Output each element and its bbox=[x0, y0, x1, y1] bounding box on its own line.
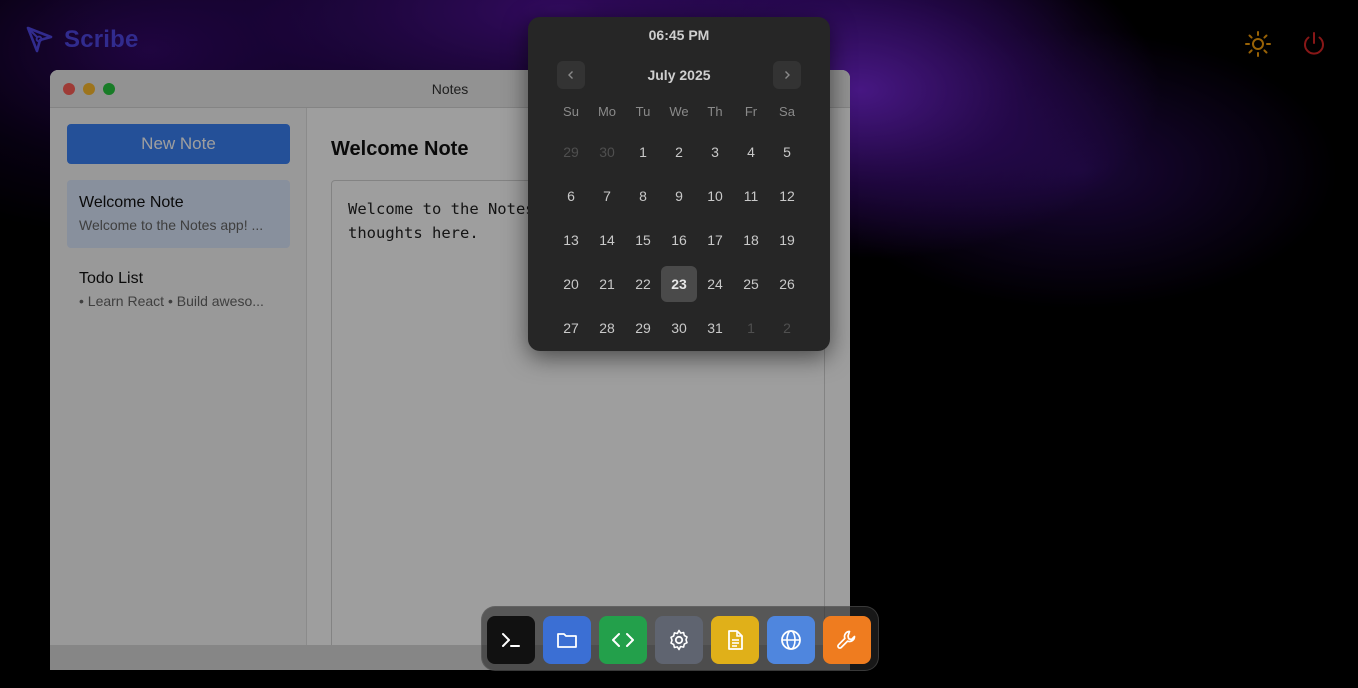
calendar-day[interactable]: 13 bbox=[553, 218, 589, 262]
calendar-day[interactable]: 22 bbox=[625, 262, 661, 306]
calendar-day-number: 28 bbox=[599, 320, 615, 336]
code-icon bbox=[611, 628, 635, 652]
calendar-day[interactable]: 10 bbox=[697, 174, 733, 218]
calendar-day-number: 2 bbox=[675, 144, 683, 160]
calendar-day-number: 12 bbox=[779, 188, 795, 204]
calendar-day-number: 25 bbox=[743, 276, 759, 292]
calendar-day[interactable]: 12 bbox=[769, 174, 805, 218]
calendar-day-number: 19 bbox=[779, 232, 795, 248]
calendar-day[interactable]: 7 bbox=[589, 174, 625, 218]
calendar-day[interactable]: 24 bbox=[697, 262, 733, 306]
calendar-day[interactable]: 1 bbox=[625, 130, 661, 174]
calendar-day-number: 2 bbox=[783, 320, 791, 336]
calendar-day-number: 20 bbox=[563, 276, 579, 292]
document-icon bbox=[723, 628, 747, 652]
calendar-day[interactable]: 29 bbox=[625, 306, 661, 350]
calendar-day[interactable]: 16 bbox=[661, 218, 697, 262]
wrench-icon bbox=[835, 628, 859, 652]
calendar-day[interactable]: 3 bbox=[697, 130, 733, 174]
weekday-label: Su bbox=[563, 104, 579, 119]
calendar-day[interactable]: 31 bbox=[697, 306, 733, 350]
calendar-day[interactable]: 20 bbox=[553, 262, 589, 306]
calendar-day-number: 29 bbox=[563, 144, 579, 160]
globe-icon bbox=[779, 628, 803, 652]
calendar-day[interactable]: 9 bbox=[661, 174, 697, 218]
calendar-popover: 06:45 PM July 2025 Su Mo Tu We Th Fr Sa 29 30 1 2… bbox=[528, 17, 830, 351]
calendar-day-number: 26 bbox=[779, 276, 795, 292]
calendar-day[interactable]: 21 bbox=[589, 262, 625, 306]
calendar-day-number: 6 bbox=[567, 188, 575, 204]
calendar-day-number: 23 bbox=[661, 266, 697, 302]
calendar-day-number: 1 bbox=[747, 320, 755, 336]
calendar-day-number: 14 bbox=[599, 232, 615, 248]
calendar-day-today[interactable]: 23 bbox=[661, 262, 697, 306]
weekday-label: Fr bbox=[744, 104, 758, 119]
calendar-day[interactable]: 14 bbox=[589, 218, 625, 262]
calendar-day-number: 5 bbox=[783, 144, 791, 160]
calendar-day[interactable]: 6 bbox=[553, 174, 589, 218]
calendar-day-number: 8 bbox=[639, 188, 647, 204]
weekday-label: Th bbox=[707, 104, 723, 119]
calendar-day-number: 10 bbox=[707, 188, 723, 204]
calendar-day[interactable]: 18 bbox=[733, 218, 769, 262]
calendar-day[interactable]: 2 bbox=[661, 130, 697, 174]
dock-wrench-button[interactable] bbox=[823, 616, 871, 664]
calendar-day[interactable]: 19 bbox=[769, 218, 805, 262]
dock-folder-button[interactable] bbox=[543, 616, 591, 664]
calendar-day[interactable]: 30 bbox=[589, 130, 625, 174]
calendar-day-number: 18 bbox=[743, 232, 759, 248]
calendar-day-number: 17 bbox=[707, 232, 723, 248]
calendar-day-number: 22 bbox=[635, 276, 651, 292]
calendar-day[interactable]: 25 bbox=[733, 262, 769, 306]
calendar-day[interactable]: 5 bbox=[769, 130, 805, 174]
calendar-day[interactable]: 27 bbox=[553, 306, 589, 350]
calendar-day[interactable]: 15 bbox=[625, 218, 661, 262]
calendar-day-number: 13 bbox=[563, 232, 579, 248]
calendar-day[interactable]: 29 bbox=[553, 130, 589, 174]
calendar-day[interactable]: 11 bbox=[733, 174, 769, 218]
calendar-day-number: 9 bbox=[675, 188, 683, 204]
dock-code-button[interactable] bbox=[599, 616, 647, 664]
calendar-day-number: 1 bbox=[639, 144, 647, 160]
weekday-label: Mo bbox=[597, 104, 617, 119]
calendar-day[interactable]: 2 bbox=[769, 306, 805, 350]
calendar-day[interactable]: 17 bbox=[697, 218, 733, 262]
calendar-day-number: 4 bbox=[747, 144, 755, 160]
calendar-day-number: 3 bbox=[711, 144, 719, 160]
calendar-day-number: 21 bbox=[599, 276, 615, 292]
calendar-weekday-row: Su Mo Tu We Th Fr Sa bbox=[553, 104, 805, 119]
calendar-day-number: 27 bbox=[563, 320, 579, 336]
chevron-right-icon bbox=[785, 71, 790, 79]
calendar-day-number: 16 bbox=[671, 232, 687, 248]
clock-time: 06:45 PM bbox=[648, 27, 710, 43]
dock-document-button[interactable] bbox=[711, 616, 759, 664]
calendar-day-number: 29 bbox=[635, 320, 651, 336]
calendar-day-number: 30 bbox=[671, 320, 687, 336]
gear-icon bbox=[667, 628, 691, 652]
dock-gear-button[interactable] bbox=[655, 616, 703, 664]
weekday-label: Tu bbox=[635, 104, 651, 119]
calendar-day-number: 15 bbox=[635, 232, 651, 248]
calendar-day-number: 11 bbox=[743, 188, 759, 204]
calendar-day[interactable]: 8 bbox=[625, 174, 661, 218]
calendar-day[interactable]: 26 bbox=[769, 262, 805, 306]
calendar-day-number: 31 bbox=[707, 320, 723, 336]
folder-icon bbox=[555, 628, 579, 652]
app-dock bbox=[481, 606, 879, 671]
calendar-day[interactable]: 1 bbox=[733, 306, 769, 350]
calendar-day-grid: 29 30 1 2 3 4 5 6 7 8 9 10 11 12 13 14 15 16 17 18 19 20 21 22 2… bbox=[553, 130, 805, 350]
dock-terminal-button[interactable] bbox=[487, 616, 535, 664]
next-month-button[interactable] bbox=[773, 61, 801, 89]
calendar-day[interactable]: 4 bbox=[733, 130, 769, 174]
weekday-label: Sa bbox=[779, 104, 795, 119]
dock-globe-button[interactable] bbox=[767, 616, 815, 664]
calendar-day[interactable]: 30 bbox=[661, 306, 697, 350]
calendar-day-number: 7 bbox=[603, 188, 611, 204]
calendar-day-number: 30 bbox=[599, 144, 615, 160]
terminal-icon bbox=[499, 628, 523, 652]
calendar-day[interactable]: 28 bbox=[589, 306, 625, 350]
calendar-day-number: 24 bbox=[707, 276, 723, 292]
weekday-label: We bbox=[669, 104, 689, 119]
